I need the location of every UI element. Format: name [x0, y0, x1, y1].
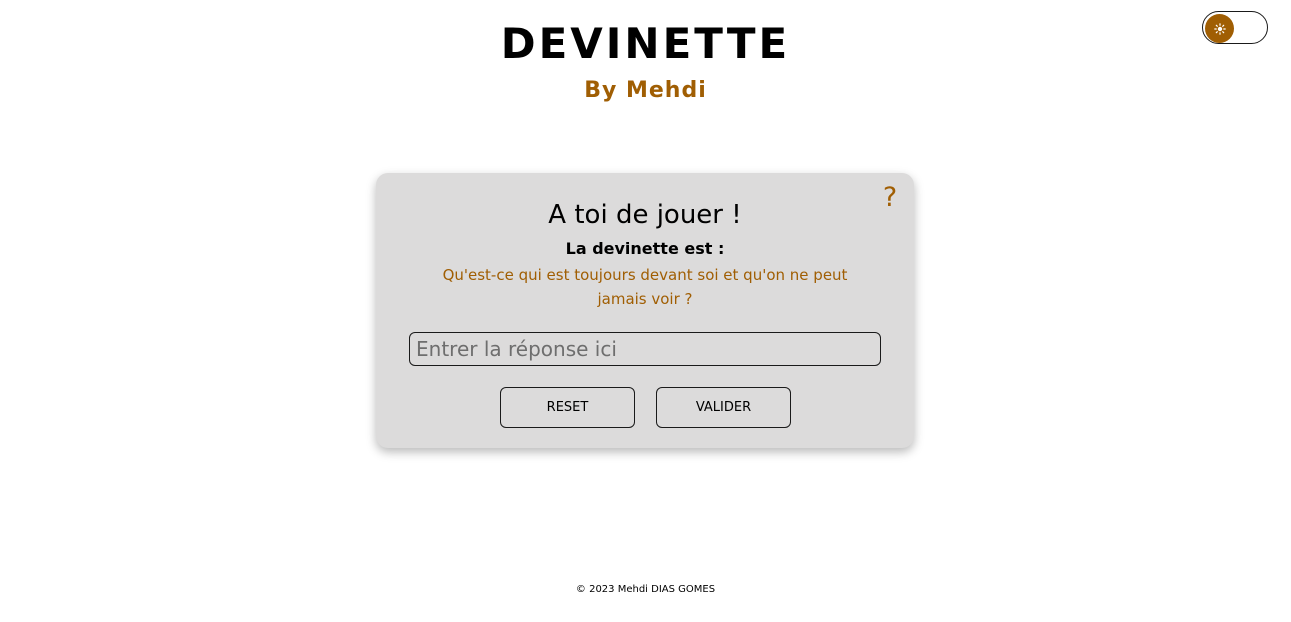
site-title: DEVINETTE — [500, 19, 791, 68]
riddle-card: ? A toi de jouer ! La devinette est : Qu… — [376, 173, 914, 448]
riddle-label: La devinette est : — [565, 239, 725, 258]
validate-button[interactable]: VALIDER — [656, 387, 791, 428]
page: DEVINETTE By Mehdi ? A toi de jouer ! La… — [0, 0, 1291, 622]
riddle-text: Qu'est-ce qui est toujours devant soi et… — [442, 266, 848, 308]
card-heading: A toi de jouer ! — [548, 200, 742, 230]
answer-input[interactable] — [409, 332, 881, 366]
footer-copyright: © 2023 Mehdi DIAS GOMES — [575, 584, 716, 595]
site-subtitle: By Mehdi — [584, 78, 707, 103]
reset-button[interactable]: RESET — [500, 387, 635, 428]
